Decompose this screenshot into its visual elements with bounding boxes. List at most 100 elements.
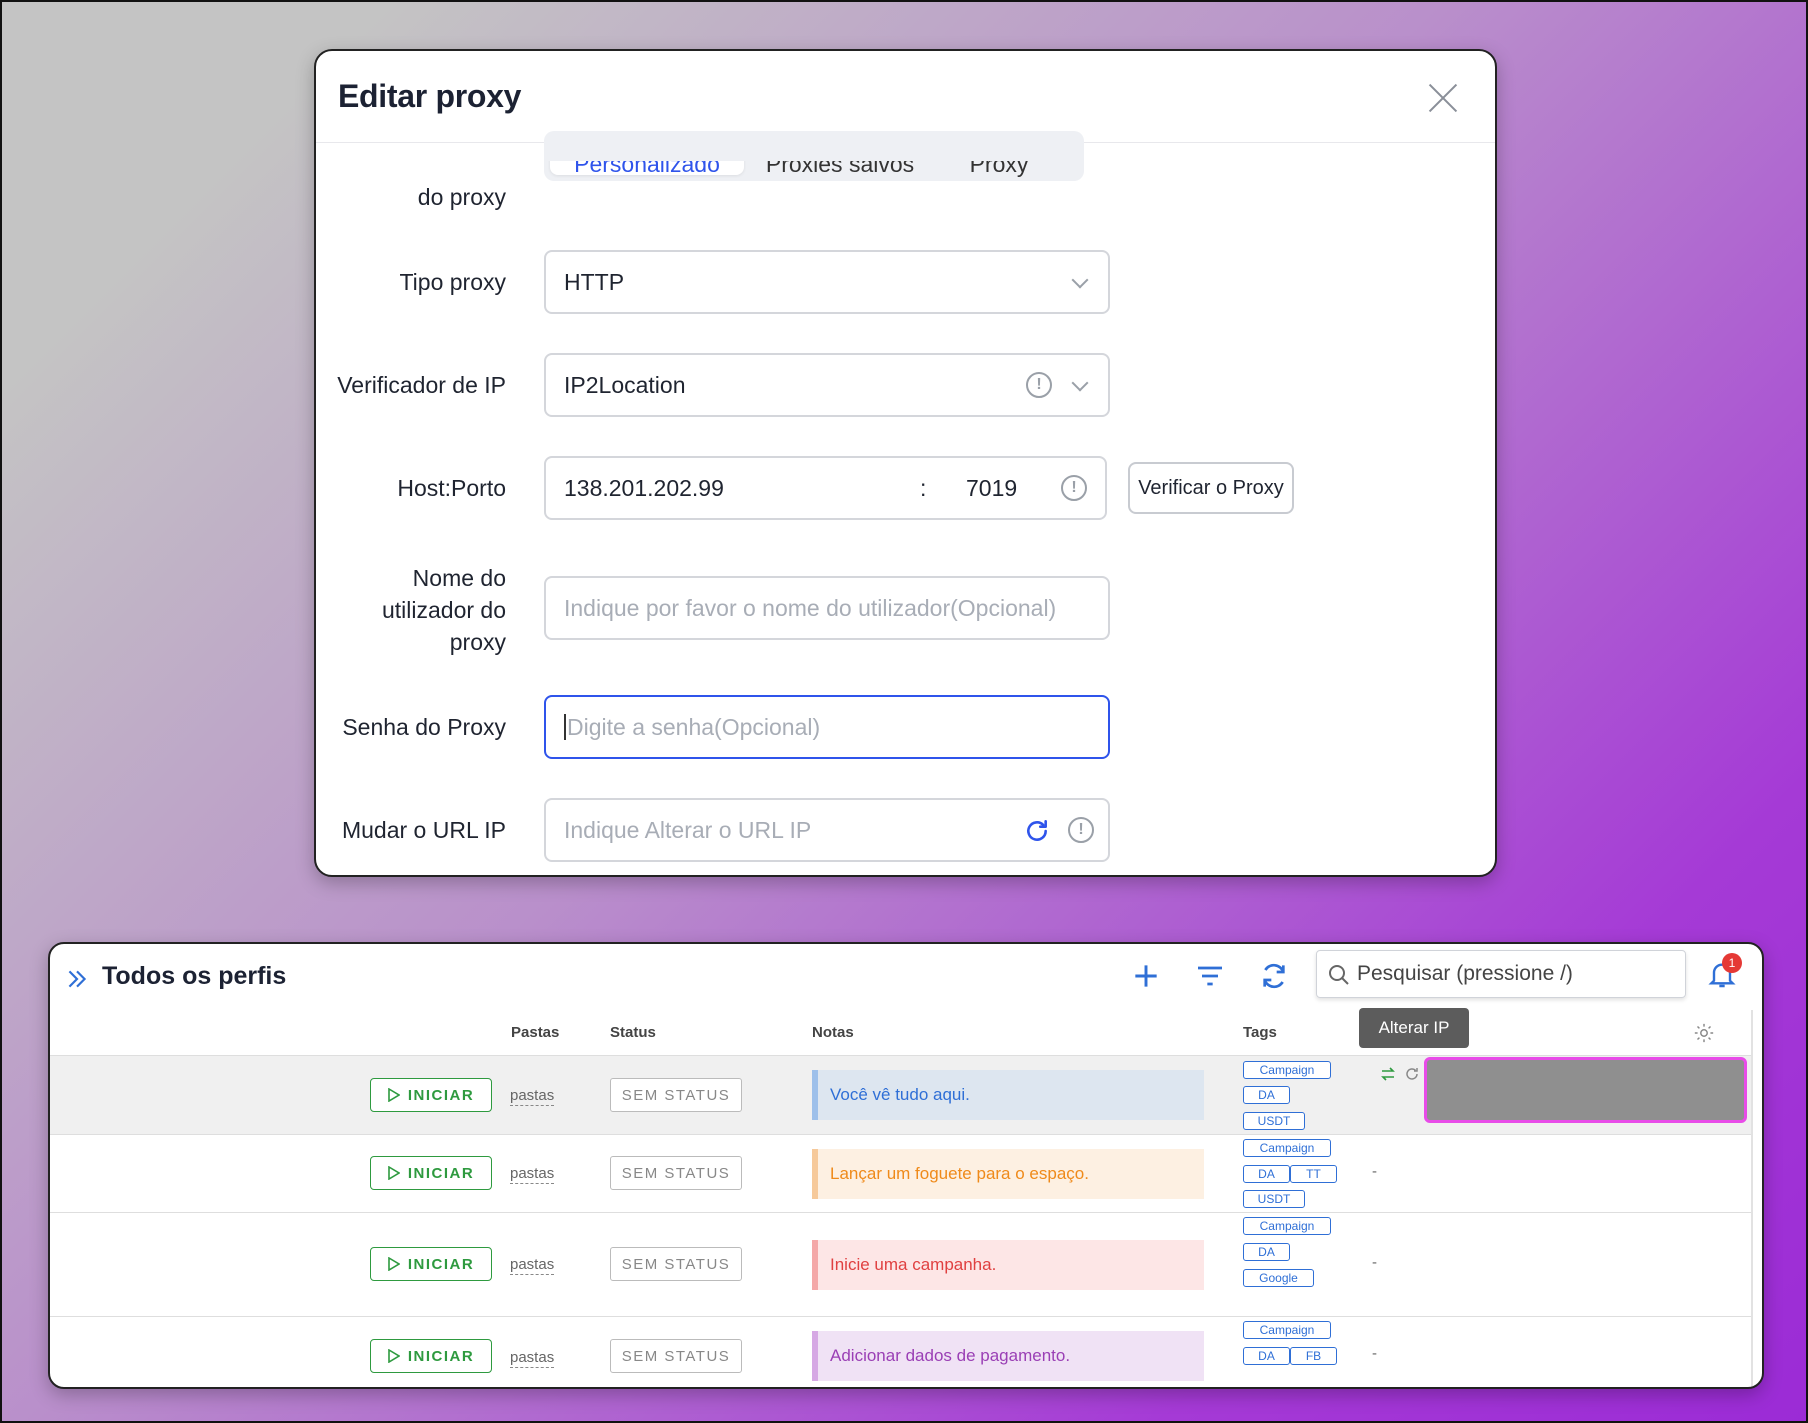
tag-chip[interactable]: DA [1243,1243,1290,1261]
column-header-folders[interactable]: Pastas [511,1024,559,1041]
tag-chip[interactable]: Campaign [1243,1061,1331,1079]
tag-chip[interactable]: Campaign [1243,1217,1331,1235]
change-ip-tooltip: Alterar IP [1359,1008,1469,1048]
username-placeholder: Indique por favor o nome do utilizador(O… [564,594,1057,621]
folder-link[interactable]: pastas [510,1087,555,1106]
column-header-notes[interactable]: Notas [812,1024,854,1041]
username-label-line: utilizador do [381,597,506,623]
start-button-label: INICIAR [407,1086,475,1104]
swap-icon[interactable] [1380,1066,1396,1082]
host-port-separator: : [920,474,927,501]
double-chevron-right-icon[interactable] [64,966,90,992]
table-row[interactable]: INICIAR pastas SEM STATUS Inicie uma cam… [50,1212,1751,1316]
page-title: Todos os perfis [102,962,287,990]
status-button[interactable]: SEM STATUS [610,1339,742,1373]
tag-chip[interactable]: Google [1243,1269,1314,1287]
tag-chip[interactable]: DA [1243,1347,1290,1365]
host-port-field[interactable]: 138.201.202.99 : 7019 ! [544,456,1107,520]
modal-header: Editar proxy [316,51,1495,143]
folder-link[interactable]: pastas [510,1349,555,1368]
folder-link[interactable]: pastas [510,1256,555,1275]
verify-proxy-button[interactable]: Verificar o Proxy [1128,462,1294,514]
host-input[interactable]: 138.201.202.99 [564,475,724,502]
proxy-value: - [1372,1254,1377,1271]
note-text[interactable]: Lançar um foguete para o espaço. [812,1149,1204,1199]
tag-chip[interactable]: USDT [1243,1190,1305,1208]
port-input[interactable]: 7019 [966,475,1017,502]
refresh-icon[interactable] [1258,960,1290,992]
proxy-source-label: do proxy [417,184,506,210]
plus-icon[interactable] [1130,960,1162,992]
host-port-label: Host:Porto [397,475,506,501]
ip-checker-value: IP2Location [564,371,686,398]
tab-proxy[interactable]: Proxy [934,161,1064,179]
proxy-type-value: HTTP [564,268,625,295]
info-icon[interactable]: ! [1026,372,1052,398]
refresh-icon[interactable] [1024,818,1050,844]
change-url-input[interactable]: Indique Alterar o URL IP ! [544,798,1110,862]
table-row[interactable]: INICIAR pastas SEM STATUS Você vê tudo a… [50,1055,1751,1134]
filter-icon[interactable] [1194,960,1226,992]
tag-chip[interactable]: FB [1290,1347,1337,1365]
username-label: Nome do utilizador do proxy [316,562,506,658]
info-icon[interactable]: ! [1068,817,1094,843]
tab-personalizado[interactable]: Personalizado [550,161,744,177]
tab-proxies-salvos[interactable]: Proxies salvos [740,161,940,179]
proxy-info-box[interactable] [1424,1057,1747,1123]
play-icon [388,1257,400,1271]
change-url-placeholder: Indique Alterar o URL IP [564,816,812,843]
chevron-down-icon [1071,374,1089,392]
column-header-status[interactable]: Status [610,1024,656,1041]
ip-checker-select[interactable]: IP2Location ! [544,353,1110,417]
tag-chip[interactable]: TT [1290,1165,1337,1183]
password-input[interactable]: Digite a senha(Opcional) [544,695,1110,759]
start-button[interactable]: INICIAR [370,1078,492,1112]
username-input[interactable]: Indique por favor o nome do utilizador(O… [544,576,1110,640]
ip-checker-label: Verificador de IP [337,372,506,398]
text-caret [564,714,566,740]
tag-chip[interactable]: Campaign [1243,1139,1331,1157]
column-header-tags[interactable]: Tags [1243,1024,1277,1041]
status-button[interactable]: SEM STATUS [610,1156,742,1190]
start-button-label: INICIAR [407,1255,475,1273]
play-icon [388,1349,400,1363]
modal-title: Editar proxy [338,78,522,114]
tag-chip[interactable]: DA [1243,1086,1290,1104]
tag-chip[interactable]: Campaign [1243,1321,1331,1339]
vertical-scrollbar[interactable] [1751,1010,1753,1387]
folder-link[interactable]: pastas [510,1165,555,1184]
username-label-line: Nome do [412,565,506,591]
start-button[interactable]: INICIAR [370,1339,492,1373]
proxy-type-label: Tipo proxy [399,269,506,295]
close-icon[interactable] [1425,79,1461,115]
password-label: Senha do Proxy [342,714,506,740]
search-icon [1329,965,1349,985]
profiles-panel: Todos os perfis Pesquisar (pressione /) … [48,942,1764,1389]
start-button[interactable]: INICIAR [370,1247,492,1281]
proxy-value: - [1372,1345,1377,1362]
gear-icon[interactable] [1693,1022,1715,1044]
play-icon [388,1166,400,1180]
search-placeholder: Pesquisar (pressione /) [1357,962,1573,985]
proxy-value: - [1372,1163,1377,1180]
proxy-type-select[interactable]: HTTP [544,250,1110,314]
status-button[interactable]: SEM STATUS [610,1078,742,1112]
tag-chip[interactable]: DA [1243,1165,1290,1183]
notification-badge: 1 [1722,953,1742,973]
start-button-label: INICIAR [407,1164,475,1182]
play-icon [388,1088,400,1102]
username-label-line: proxy [449,629,506,655]
note-text[interactable]: Você vê tudo aqui. [812,1070,1204,1120]
search-input[interactable]: Pesquisar (pressione /) [1316,950,1686,998]
table-row[interactable]: INICIAR pastas SEM STATUS Adicionar dado… [50,1316,1751,1387]
table-row[interactable]: INICIAR pastas SEM STATUS Lançar um fogu… [50,1134,1751,1212]
note-text[interactable]: Adicionar dados de pagamento. [812,1331,1204,1381]
edit-proxy-modal: Editar proxy do proxy Personalizado Prox… [314,49,1497,877]
status-button[interactable]: SEM STATUS [610,1247,742,1281]
info-icon[interactable]: ! [1061,475,1087,501]
proxy-source-segmented: Personalizado Proxies salvos Proxy [544,131,1084,181]
tag-chip[interactable]: USDT [1243,1112,1305,1130]
note-text[interactable]: Inicie uma campanha. [812,1240,1204,1290]
start-button[interactable]: INICIAR [370,1156,492,1190]
reload-icon[interactable] [1404,1066,1420,1082]
